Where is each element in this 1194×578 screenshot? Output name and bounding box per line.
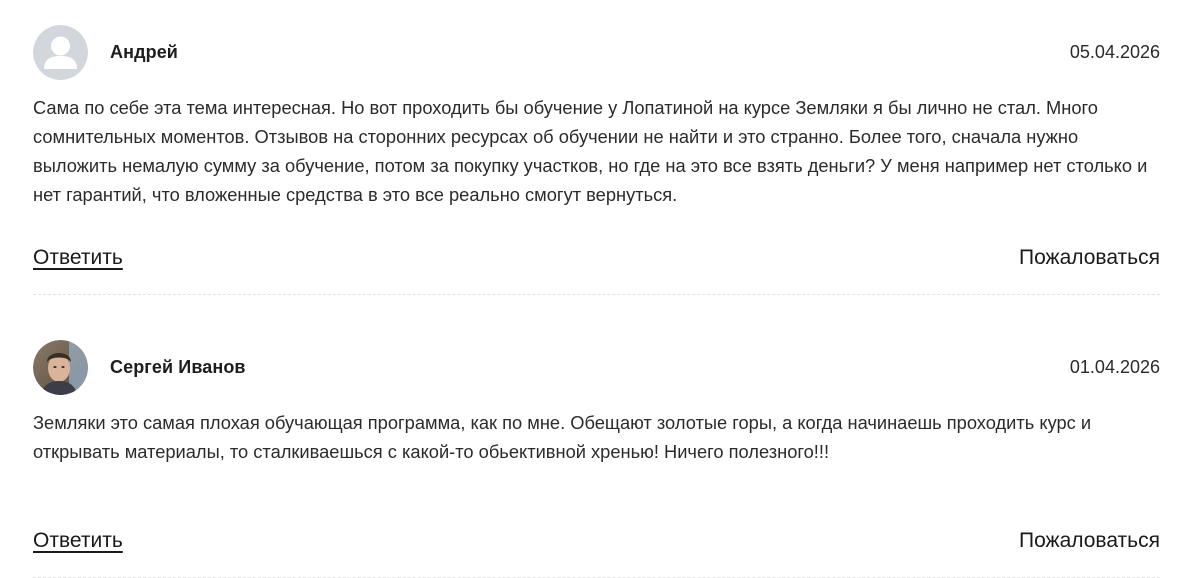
comment-header: Андрей 05.04.2026 — [33, 24, 1160, 80]
author-name: Андрей — [110, 41, 178, 62]
comments-list: Андрей 05.04.2026 Сама по себе эта тема … — [33, 0, 1160, 578]
comment-text: Земляки это самая плохая обучающая прогр… — [33, 412, 1092, 462]
default-user-icon — [33, 24, 88, 80]
comment-actions: Ответить Пожаловаться — [33, 243, 1160, 273]
comment-date: 01.04.2026 — [1069, 356, 1160, 377]
avatar — [33, 339, 88, 395]
reply-link[interactable]: Ответить — [33, 246, 123, 270]
comment-item: Андрей 05.04.2026 Сама по себе эта тема … — [33, 0, 1160, 295]
complain-link[interactable]: Пожаловаться — [1019, 529, 1160, 553]
comment-header: Сергей Иванов 01.04.2026 — [33, 339, 1160, 395]
comment-item: Сергей Иванов 01.04.2026 Земляки это сам… — [33, 315, 1160, 578]
avatar — [33, 24, 88, 80]
comment-date: 05.04.2026 — [1069, 41, 1160, 62]
reply-link[interactable]: Ответить — [33, 529, 123, 553]
author-name: Сергей Иванов — [110, 356, 246, 377]
complain-link[interactable]: Пожаловаться — [1019, 246, 1160, 270]
comment-actions: Ответить Пожаловаться — [33, 526, 1160, 556]
user-photo — [33, 339, 88, 395]
comment-text: Сама по себе эта тема интересная. Но вот… — [33, 97, 1148, 205]
